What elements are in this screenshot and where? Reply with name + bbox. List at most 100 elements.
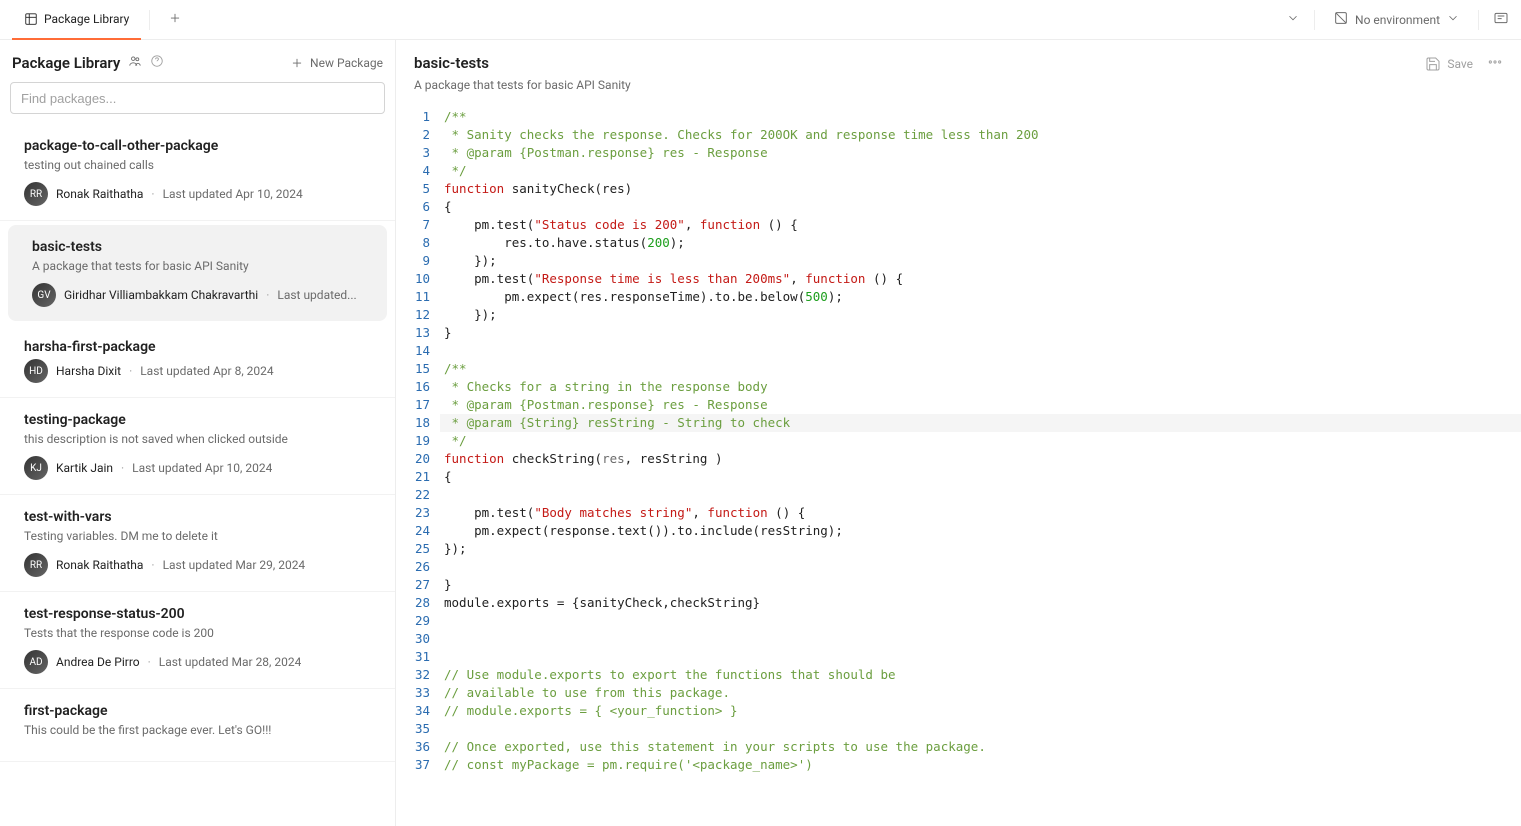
tabs-dropdown[interactable] xyxy=(1286,11,1300,28)
code-line[interactable] xyxy=(444,486,1521,504)
package-item[interactable]: package-to-call-other-packagetesting out… xyxy=(0,124,395,221)
package-updated: Last updated Mar 28, 2024 xyxy=(159,655,302,669)
more-options-button[interactable] xyxy=(1487,54,1503,73)
code-line[interactable]: pm.test("Status code is 200", function (… xyxy=(444,216,1521,234)
code-line[interactable]: res.to.have.status(200); xyxy=(444,234,1521,252)
package-item[interactable]: harsha-first-packageHDHarsha Dixit·Last … xyxy=(0,325,395,398)
sidebar: Package Library New Package package-to-c… xyxy=(0,40,396,826)
code-line[interactable]: * Sanity checks the response. Checks for… xyxy=(444,126,1521,144)
code-line[interactable] xyxy=(444,612,1521,630)
code-line[interactable]: function sanityCheck(res) xyxy=(444,180,1521,198)
code-line[interactable] xyxy=(444,342,1521,360)
line-number: 19 xyxy=(396,432,430,450)
line-number: 4 xyxy=(396,162,430,180)
package-item[interactable]: first-package This could be the first pac… xyxy=(0,689,395,762)
avatar: KJ xyxy=(24,456,48,480)
tab-package-library[interactable]: Package Library xyxy=(12,0,141,40)
line-number: 27 xyxy=(396,576,430,594)
new-tab-button[interactable] xyxy=(158,11,192,29)
code-line[interactable]: */ xyxy=(444,432,1521,450)
package-meta: ADAndrea De Pirro·Last updated Mar 28, 2… xyxy=(24,650,379,674)
line-number: 22 xyxy=(396,486,430,504)
package-meta: GVGiridhar Villiambakkam Chakravarthi·La… xyxy=(32,283,371,307)
code-line[interactable]: { xyxy=(444,468,1521,486)
line-number: 15 xyxy=(396,360,430,378)
package-desc: this description is not saved when click… xyxy=(24,432,379,446)
code-editor[interactable]: 1234567891011121314151617181920212223242… xyxy=(396,104,1521,826)
package-meta: HDHarsha Dixit·Last updated Apr 8, 2024 xyxy=(24,359,379,383)
package-meta: RRRonak Raithatha·Last updated Apr 10, 2… xyxy=(24,182,379,206)
save-button[interactable]: Save xyxy=(1425,56,1473,72)
code-line[interactable]: function checkString(res, resString ) xyxy=(444,450,1521,468)
code-line[interactable]: pm.expect(response.text()).to.include(re… xyxy=(444,522,1521,540)
code-line[interactable]: // module.exports = { <your_function> } xyxy=(444,702,1521,720)
package-name: first-package xyxy=(24,703,379,719)
separator-dot: · xyxy=(151,558,154,572)
topbar-right: No environment xyxy=(1286,10,1509,30)
code-area[interactable]: /** * Sanity checks the response. Checks… xyxy=(440,104,1521,826)
package-item[interactable]: test-response-status-200Tests that the r… xyxy=(0,592,395,689)
code-line[interactable]: * @param {Postman.response} res - Respon… xyxy=(444,396,1521,414)
environment-selector[interactable]: No environment xyxy=(1329,10,1464,29)
code-line[interactable]: * Checks for a string in the response bo… xyxy=(444,378,1521,396)
package-item[interactable]: basic-testsA package that tests for basi… xyxy=(8,225,387,321)
line-number: 13 xyxy=(396,324,430,342)
line-number: 2 xyxy=(396,126,430,144)
code-line[interactable] xyxy=(444,630,1521,648)
line-number: 17 xyxy=(396,396,430,414)
search-input[interactable] xyxy=(10,82,385,114)
package-icon xyxy=(24,12,38,26)
help-icon[interactable] xyxy=(150,54,164,72)
code-line[interactable]: * @param {Postman.response} res - Respon… xyxy=(444,144,1521,162)
code-line[interactable]: pm.test("Body matches string", function … xyxy=(444,504,1521,522)
code-line[interactable] xyxy=(444,720,1521,738)
search-wrap xyxy=(0,82,395,124)
package-item[interactable]: test-with-varsTesting variables. DM me t… xyxy=(0,495,395,592)
line-number: 16 xyxy=(396,378,430,396)
code-line[interactable]: /** xyxy=(444,108,1521,126)
code-line[interactable] xyxy=(444,558,1521,576)
package-item[interactable]: testing-packagethis description is not s… xyxy=(0,398,395,495)
package-name: test-response-status-200 xyxy=(24,606,379,622)
line-number: 9 xyxy=(396,252,430,270)
people-icon[interactable] xyxy=(128,54,142,72)
code-line[interactable]: { xyxy=(444,198,1521,216)
code-line[interactable]: */ xyxy=(444,162,1521,180)
main: Package Library New Package package-to-c… xyxy=(0,40,1521,826)
code-line[interactable]: module.exports = {sanityCheck,checkStrin… xyxy=(444,594,1521,612)
code-line[interactable] xyxy=(444,648,1521,666)
package-updated: Last updated Mar 29, 2024 xyxy=(163,558,306,572)
code-line[interactable]: }); xyxy=(444,252,1521,270)
package-meta: RRRonak Raithatha·Last updated Mar 29, 2… xyxy=(24,553,379,577)
package-author: Andrea De Pirro xyxy=(56,655,140,669)
code-line[interactable]: } xyxy=(444,576,1521,594)
package-desc: A package that tests for basic API Sanit… xyxy=(32,259,371,273)
package-desc: This could be the first package ever. Le… xyxy=(24,723,379,737)
environment-label: No environment xyxy=(1355,13,1440,27)
code-line[interactable]: // Once exported, use this statement in … xyxy=(444,738,1521,756)
code-line[interactable]: * @param {String} resString - String to … xyxy=(440,414,1521,432)
code-line[interactable]: pm.test("Response time is less than 200m… xyxy=(444,270,1521,288)
line-number: 14 xyxy=(396,342,430,360)
avatar: HD xyxy=(24,359,48,383)
environment-quicklook-button[interactable] xyxy=(1493,10,1509,29)
code-line[interactable]: pm.expect(res.responseTime).to.be.below(… xyxy=(444,288,1521,306)
line-number: 11 xyxy=(396,288,430,306)
line-number: 6 xyxy=(396,198,430,216)
avatar: RR xyxy=(24,182,48,206)
separator-dot: · xyxy=(121,461,124,475)
code-line[interactable]: // available to use from this package. xyxy=(444,684,1521,702)
line-number: 31 xyxy=(396,648,430,666)
code-line[interactable]: } xyxy=(444,324,1521,342)
line-number: 10 xyxy=(396,270,430,288)
new-package-button[interactable]: New Package xyxy=(290,56,383,70)
code-line[interactable]: // Use module.exports to export the func… xyxy=(444,666,1521,684)
code-line[interactable]: }); xyxy=(444,306,1521,324)
sidebar-header: Package Library New Package xyxy=(0,40,395,82)
new-package-label: New Package xyxy=(310,56,383,70)
code-line[interactable]: }); xyxy=(444,540,1521,558)
separator-dot: · xyxy=(148,655,151,669)
code-line[interactable]: /** xyxy=(444,360,1521,378)
code-line[interactable]: // const myPackage = pm.require('<packag… xyxy=(444,756,1521,774)
separator-dot: · xyxy=(129,364,132,378)
